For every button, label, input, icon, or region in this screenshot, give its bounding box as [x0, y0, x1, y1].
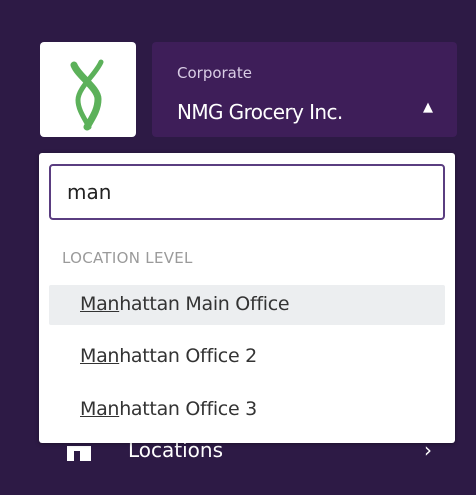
result-match-text: Man [80, 398, 120, 420]
section-header-location-level: LOCATION LEVEL [62, 249, 193, 267]
search-field[interactable] [49, 164, 445, 220]
result-match-text: Man [80, 293, 120, 315]
org-caption: Corporate [177, 64, 252, 82]
org-switcher-button[interactable]: Corporate NMG Grocery Inc. ▲ [152, 42, 457, 137]
location-search-dropdown: LOCATION LEVEL Manhattan Main Office Man… [39, 153, 455, 443]
store-icon [66, 440, 92, 466]
result-rest-text: hattan Office 2 [119, 345, 257, 367]
org-name: NMG Grocery Inc. [177, 100, 343, 124]
x-logo-icon [70, 59, 104, 131]
result-rest-text: hattan Office 3 [119, 398, 257, 420]
search-input[interactable] [67, 178, 427, 206]
result-rest-text: hattan Main Office [119, 293, 290, 315]
result-match-text: Man [80, 345, 120, 367]
search-result-item[interactable]: Manhattan Main Office [49, 285, 445, 325]
search-result-item[interactable]: Manhattan Office 2 [49, 337, 445, 377]
caret-up-icon: ▲ [423, 100, 433, 115]
search-result-item[interactable]: Manhattan Office 3 [49, 390, 445, 430]
company-logo [40, 42, 136, 137]
